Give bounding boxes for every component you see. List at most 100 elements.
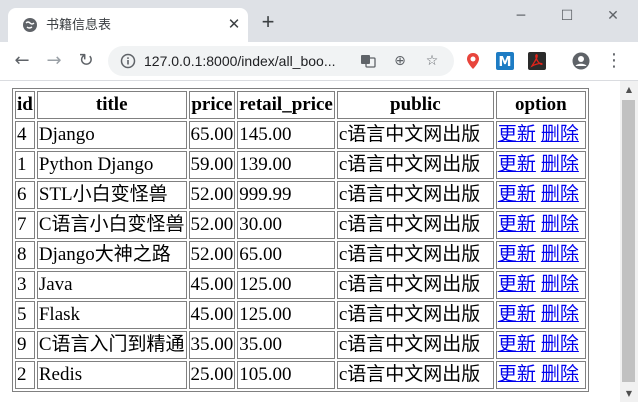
update-link[interactable]: 更新 [498,214,536,235]
cell-retail-price: 30.00 [237,211,335,239]
cell-retail-price: 125.00 [237,301,335,329]
cell-public: c语言中文网出版 [336,121,494,149]
cell-id: 3 [15,271,35,299]
window-close-icon[interactable]: ✕ [590,6,636,26]
page-viewport: id title price retail_price public optio… [0,81,620,402]
cell-public: c语言中文网出版 [336,241,494,269]
update-link[interactable]: 更新 [498,244,536,265]
cell-retail-price: 145.00 [237,121,335,149]
books-table: id title price retail_price public optio… [12,88,589,392]
back-icon[interactable]: ← [12,51,32,71]
cell-price: 25.00 [188,361,236,389]
update-link[interactable]: 更新 [498,334,536,355]
cell-retail-price: 65.00 [237,241,335,269]
new-tab-icon[interactable]: + [258,11,278,33]
cell-title: Django大神之路 [36,241,187,269]
scrollbar-thumb[interactable] [622,100,635,382]
cell-title: STL小白变怪兽 [36,181,187,209]
cell-id: 7 [15,211,35,239]
more-menu-icon[interactable]: ⋮ [604,51,624,71]
cell-id: 5 [15,301,35,329]
table-row: 5 Flask 45.00 125.00 c语言中文网出版 更新 删除 [15,301,586,329]
update-link[interactable]: 更新 [498,154,536,175]
table-row: 2 Redis 25.00 105.00 c语言中文网出版 更新 删除 [15,361,586,389]
minimize-icon[interactable]: ─ [498,6,544,26]
cell-option: 更新 删除 [495,361,586,389]
cell-retail-price: 999.99 [237,181,335,209]
update-link[interactable]: 更新 [498,304,536,325]
close-tab-icon[interactable]: ✕ [226,17,242,33]
cell-retail-price: 139.00 [237,151,335,179]
pdf-extension-icon[interactable] [528,52,546,70]
cell-title: Python Django [36,151,187,179]
cell-id: 2 [15,361,35,389]
delete-link[interactable]: 删除 [541,364,579,385]
reload-icon[interactable]: ↻ [76,51,96,71]
cell-price: 65.00 [188,121,236,149]
browser-toolbar: ← → ↻ 127.0.0.1:8000/index/all_boo... ⊕ … [0,42,638,81]
forward-icon[interactable]: → [44,51,64,71]
cell-price: 52.00 [188,211,236,239]
profile-icon[interactable] [572,52,590,70]
delete-link[interactable]: 删除 [541,124,579,145]
cell-public: c语言中文网出版 [336,331,494,359]
cell-public: c语言中文网出版 [336,361,494,389]
vertical-scrollbar[interactable]: ▲ ▼ [620,81,638,402]
table-row: 7 C语言小白变怪兽 52.00 30.00 c语言中文网出版 更新 删除 [15,211,586,239]
cell-id: 1 [15,151,35,179]
update-link[interactable]: 更新 [498,184,536,205]
cell-id: 6 [15,181,35,209]
update-link[interactable]: 更新 [498,124,536,145]
delete-link[interactable]: 删除 [541,274,579,295]
table-row: 1 Python Django 59.00 139.00 c语言中文网出版 更新… [15,151,586,179]
tab-strip: 书籍信息表 ✕ + ─ ☐ ✕ [0,0,638,42]
delete-link[interactable]: 删除 [541,184,579,205]
update-link[interactable]: 更新 [498,364,536,385]
delete-link[interactable]: 删除 [541,244,579,265]
cell-title: Django [36,121,187,149]
cell-public: c语言中文网出版 [336,211,494,239]
cell-option: 更新 删除 [495,181,586,209]
update-link[interactable]: 更新 [498,274,536,295]
delete-link[interactable]: 删除 [541,214,579,235]
cell-id: 9 [15,331,35,359]
cell-title: Java [36,271,187,299]
column-header: public [336,91,494,119]
table-row: 9 C语言入门到精通 35.00 35.00 c语言中文网出版 更新 删除 [15,331,586,359]
url-text[interactable]: 127.0.0.1:8000/index/all_boo... [144,53,336,69]
table-row: 6 STL小白变怪兽 52.00 999.99 c语言中文网出版 更新 删除 [15,181,586,209]
cell-title: Flask [36,301,187,329]
cell-public: c语言中文网出版 [336,151,494,179]
scroll-down-arrow-icon[interactable]: ▼ [620,385,638,402]
location-pin-extension-icon[interactable] [464,52,482,70]
cell-price: 35.00 [188,331,236,359]
translate-icon[interactable] [360,53,376,69]
table-row: 4 Django 65.00 145.00 c语言中文网出版 更新 删除 [15,121,586,149]
m-extension-icon[interactable]: M [496,52,514,70]
cell-price: 59.00 [188,151,236,179]
cell-retail-price: 105.00 [237,361,335,389]
table-row: 3 Java 45.00 125.00 c语言中文网出版 更新 删除 [15,271,586,299]
delete-link[interactable]: 删除 [541,304,579,325]
delete-link[interactable]: 删除 [541,334,579,355]
bookmark-star-icon[interactable]: ☆ [424,53,440,69]
cell-title: Redis [36,361,187,389]
maximize-icon[interactable]: ☐ [544,6,590,26]
cell-retail-price: 35.00 [237,331,335,359]
globe-icon [23,18,37,32]
cell-retail-price: 125.00 [237,271,335,299]
cell-title: C语言小白变怪兽 [36,211,187,239]
column-header: id [15,91,35,119]
cell-option: 更新 删除 [495,241,586,269]
scroll-up-arrow-icon[interactable]: ▲ [620,81,638,98]
cell-option: 更新 删除 [495,331,586,359]
cell-public: c语言中文网出版 [336,301,494,329]
column-header: price [188,91,236,119]
table-row: 8 Django大神之路 52.00 65.00 c语言中文网出版 更新 删除 [15,241,586,269]
delete-link[interactable]: 删除 [541,154,579,175]
zoom-icon[interactable]: ⊕ [392,53,408,69]
cell-option: 更新 删除 [495,301,586,329]
browser-tab[interactable]: 书籍信息表 ✕ [8,8,248,42]
address-bar[interactable]: 127.0.0.1:8000/index/all_boo... ⊕ ☆ [108,46,454,76]
info-icon[interactable] [120,53,136,69]
